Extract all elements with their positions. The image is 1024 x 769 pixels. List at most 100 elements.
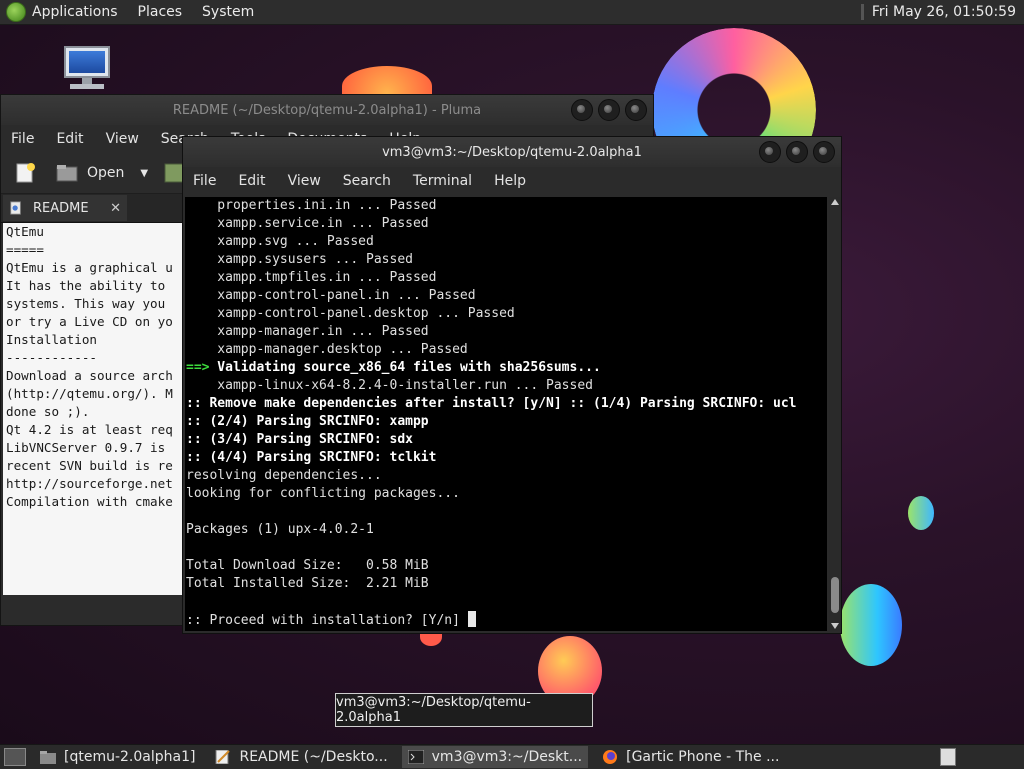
terminal-line: :: Remove make dependencies after instal…	[186, 395, 827, 413]
maximize-button[interactable]	[786, 141, 808, 163]
task-terminal-label: vm3@vm3:~/Deskt...	[431, 749, 583, 765]
open-button-label[interactable]: Open	[87, 165, 124, 181]
firefox-icon	[603, 750, 618, 764]
show-desktop-icon[interactable]	[4, 748, 26, 766]
mate-logo-icon[interactable]	[6, 2, 26, 22]
terminal-line: xampp.service.in ... Passed	[186, 215, 827, 233]
taskbar-tooltip: vm3@vm3:~/Desktop/qtemu-2.0alpha1	[335, 693, 593, 727]
terminal-titlebar[interactable]: vm3@vm3:~/Desktop/qtemu-2.0alpha1	[183, 137, 841, 167]
terminal-line-text: xampp-control-panel.in ... Passed	[186, 288, 476, 303]
terminal-line: xampp.sysusers ... Passed	[186, 251, 827, 269]
terminal-menu-edit[interactable]: Edit	[238, 173, 265, 189]
terminal-line: xampp.tmpfiles.in ... Passed	[186, 269, 827, 287]
editor-line: http://sourceforge.net	[6, 476, 173, 491]
places-menu[interactable]: Places	[138, 4, 183, 20]
terminal-line-text: :: Remove make dependencies after instal…	[186, 396, 797, 411]
terminal-line-text: xampp.sysusers ... Passed	[186, 252, 413, 267]
editor-line: Compilation with cmake	[6, 494, 173, 509]
terminal-line: resolving dependencies...	[186, 467, 827, 485]
scrollbar-thumb[interactable]	[831, 577, 839, 613]
tab-readme[interactable]: README ✕	[3, 195, 127, 221]
blue-blob-small	[908, 496, 934, 530]
scroll-up-icon[interactable]	[831, 199, 839, 205]
terminal-line: :: (3/4) Parsing SRCINFO: sdx	[186, 431, 827, 449]
computer-screen	[64, 46, 110, 78]
terminal-window-controls	[759, 141, 835, 163]
terminal-title: vm3@vm3:~/Desktop/qtemu-2.0alpha1	[382, 144, 642, 160]
terminal-line: xampp-control-panel.in ... Passed	[186, 287, 827, 305]
editor-line: (http://qtemu.org/). M	[6, 386, 173, 401]
terminal-line: xampp-manager.in ... Passed	[186, 323, 827, 341]
editor-line: Download a source arch	[6, 368, 173, 383]
terminal-output[interactable]: properties.ini.in ... Passed xampp.servi…	[185, 197, 827, 631]
terminal-menu-file[interactable]: File	[193, 173, 216, 189]
minimize-button[interactable]	[571, 99, 593, 121]
pluma-menu-file[interactable]: File	[11, 131, 34, 147]
terminal-line-text: Packages (1) upx-4.0.2-1	[186, 522, 374, 537]
open-icon[interactable]	[55, 161, 79, 185]
task-firefox-label: [Gartic Phone - The ...	[626, 749, 780, 765]
editor-line: systems. This way you	[6, 296, 166, 311]
terminal-line: Total Installed Size: 2.21 MiB	[186, 575, 827, 593]
terminal-line-text: resolving dependencies...	[186, 468, 382, 483]
terminal-line: ==> Validating source_x86_64 files with …	[186, 359, 827, 377]
folder-icon	[40, 751, 56, 764]
open-dropdown-icon[interactable]: ▼	[140, 168, 148, 179]
computer-base	[70, 84, 104, 89]
terminal-line-text: xampp-linux-x64-8.2.4-0-installer.run ..…	[186, 378, 593, 393]
terminal-line-text: xampp.tmpfiles.in ... Passed	[186, 270, 437, 285]
editor-line: Qt 4.2 is at least req	[6, 422, 173, 437]
terminal-icon	[407, 750, 424, 764]
document-icon	[10, 201, 21, 215]
editor-line: Installation	[6, 332, 97, 347]
clock[interactable]: Fri May 26, 01:50:59	[860, 0, 1016, 24]
close-button[interactable]	[625, 99, 647, 121]
editor-line: =====	[6, 242, 44, 257]
terminal-window: vm3@vm3:~/Desktop/qtemu-2.0alpha1 File E…	[182, 136, 842, 634]
terminal-line-text: :: (2/4) Parsing SRCINFO: xampp	[186, 414, 429, 429]
clock-label: Fri May 26, 01:50:59	[871, 4, 1016, 20]
applications-menu[interactable]: Applications	[32, 4, 118, 20]
terminal-line: properties.ini.in ... Passed	[186, 197, 827, 215]
editor-line: done so ;).	[6, 404, 90, 419]
top-panel: Applications Places System Fri May 26, 0…	[0, 0, 1024, 25]
editor-line: QtEmu is a graphical u	[6, 260, 173, 275]
close-button[interactable]	[813, 141, 835, 163]
task-firefox[interactable]: [Gartic Phone - The ...	[596, 746, 785, 768]
task-terminal[interactable]: vm3@vm3:~/Deskt...	[401, 746, 589, 768]
terminal-menu-terminal[interactable]: Terminal	[413, 173, 472, 189]
task-readme[interactable]: README (~/Deskto...	[209, 746, 393, 768]
new-document-icon[interactable]	[13, 161, 37, 185]
terminal-scrollbar[interactable]	[829, 197, 841, 631]
computer-desktop-icon[interactable]	[62, 46, 114, 94]
scroll-down-icon[interactable]	[831, 623, 839, 629]
terminal-line-text: Validating source_x86_64 files with sha2…	[209, 360, 601, 375]
task-qtemu-folder[interactable]: [qtemu-2.0alpha1]	[34, 746, 201, 768]
pluma-menu-edit[interactable]: Edit	[56, 131, 83, 147]
tab-close-icon[interactable]: ✕	[110, 201, 121, 216]
terminal-menu-search[interactable]: Search	[343, 173, 391, 189]
terminal-line-text: xampp-manager.desktop ... Passed	[186, 342, 468, 357]
terminal-line-text: :: (4/4) Parsing SRCINFO: tclkit	[186, 450, 437, 465]
pluma-titlebar[interactable]: README (~/Desktop/qtemu-2.0alpha1) - Plu…	[1, 95, 653, 125]
pluma-text-area[interactable]: QtEmu ===== QtEmu is a graphical u It has t…	[3, 223, 183, 595]
terminal-line-text: Total Installed Size: 2.21 MiB	[186, 576, 429, 591]
editor-line: QtEmu	[6, 224, 44, 239]
pluma-menu-view[interactable]: View	[106, 131, 139, 147]
terminal-line: Packages (1) upx-4.0.2-1	[186, 521, 827, 539]
minimize-button[interactable]	[759, 141, 781, 163]
terminal-menu-view[interactable]: View	[288, 173, 321, 189]
system-menu[interactable]: System	[202, 4, 254, 20]
maximize-button[interactable]	[598, 99, 620, 121]
terminal-menu-help[interactable]: Help	[494, 173, 526, 189]
trash-icon[interactable]	[940, 748, 956, 766]
terminal-line-text: Total Download Size: 0.58 MiB	[186, 558, 429, 573]
panel-separator	[860, 4, 864, 20]
editor-line: It has the ability to	[6, 278, 166, 293]
terminal-line-text: xampp-manager.in ... Passed	[186, 324, 429, 339]
task-qtemu-label: [qtemu-2.0alpha1]	[64, 749, 196, 765]
text-editor-icon	[215, 750, 231, 764]
terminal-line-text: properties.ini.in ... Passed	[186, 198, 437, 213]
